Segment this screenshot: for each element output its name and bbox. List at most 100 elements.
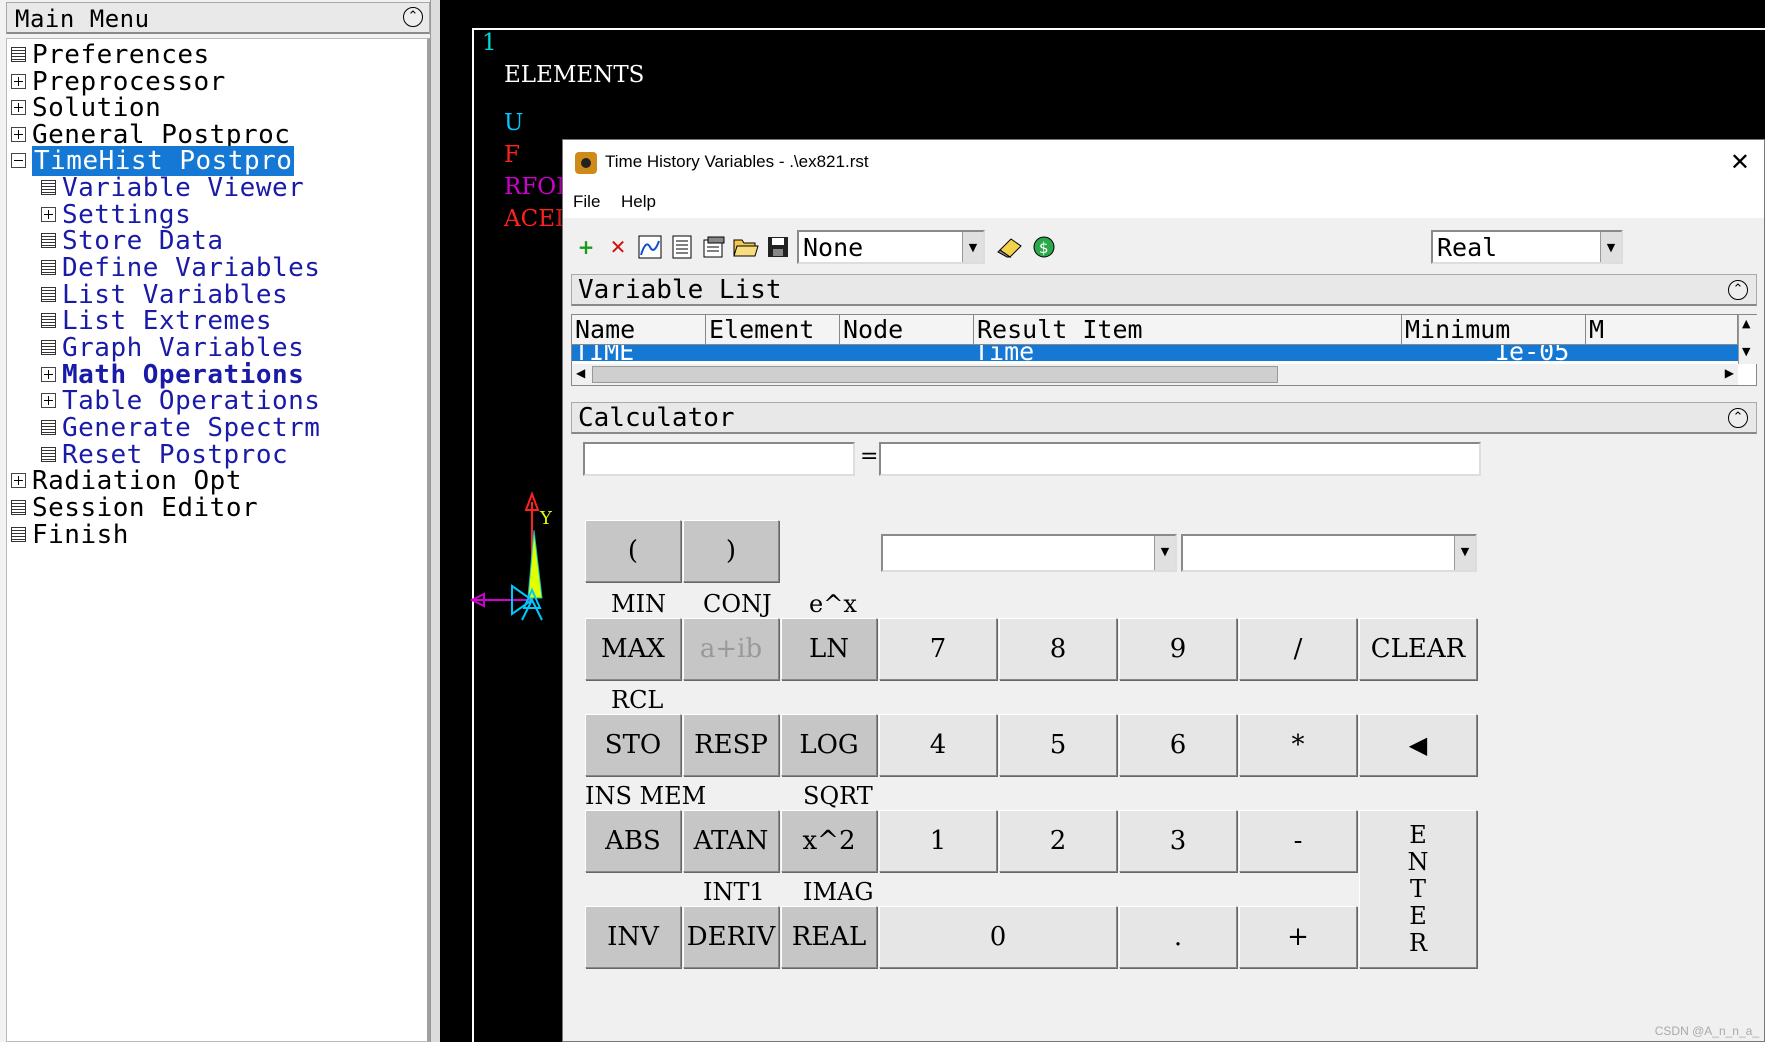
menu-item-solution[interactable]: Solution [11, 94, 161, 122]
scrollbar-thumb[interactable] [592, 366, 1278, 383]
function-combo[interactable]: ▼ [881, 534, 1177, 572]
digit-5-button[interactable]: 5 [999, 714, 1117, 776]
menu-item-settings[interactable]: Settings [41, 201, 191, 229]
menu-item-generate-spectrm[interactable]: Generate Spectrm [41, 414, 320, 442]
menu-item-list-extremes[interactable]: List Extremes [41, 307, 272, 335]
menu-item-define-variables[interactable]: Define Variables [41, 254, 320, 282]
clear-button[interactable]: CLEAR [1359, 618, 1477, 680]
digit-9-button[interactable]: 9 [1119, 618, 1237, 680]
refresh-icon[interactable]: $ [1029, 232, 1059, 262]
digit-8-button[interactable]: 8 [999, 618, 1117, 680]
expand-icon[interactable] [41, 207, 56, 222]
chevron-down-icon[interactable]: ▼ [962, 232, 983, 262]
expand-icon[interactable] [41, 367, 56, 382]
digit-1-button[interactable]: 1 [879, 810, 997, 872]
menu-item-preferences[interactable]: Preferences [11, 41, 210, 69]
digit-4-button[interactable]: 4 [879, 714, 997, 776]
add-data-icon[interactable]: + [571, 232, 601, 262]
expand-icon[interactable] [41, 393, 56, 408]
ln-button[interactable]: LN [781, 618, 877, 680]
chevron-down-icon[interactable]: ▼ [1454, 536, 1475, 570]
close-icon[interactable]: ✕ [1730, 148, 1750, 177]
enter-button[interactable]: E N T E R [1359, 810, 1477, 968]
left-paren-button[interactable]: ( [585, 520, 681, 582]
menu-item-session-editor[interactable]: Session Editor [11, 494, 258, 522]
dialog-title-bar[interactable]: Time History Variables - .\ex821.rst ✕ [563, 140, 1764, 184]
list-icon[interactable] [667, 232, 697, 262]
expand-icon[interactable] [11, 127, 26, 142]
expand-icon[interactable] [11, 473, 26, 488]
chevron-down-icon[interactable]: ▼ [1600, 232, 1621, 262]
menu-item-radiation-opt[interactable]: Radiation Opt [11, 467, 242, 495]
menu-item-finish[interactable]: Finish [11, 521, 129, 549]
decimal-point-button[interactable]: . [1119, 906, 1237, 968]
minus-button[interactable]: - [1239, 810, 1357, 872]
real-button[interactable]: REAL [781, 906, 877, 968]
digit-6-button[interactable]: 6 [1119, 714, 1237, 776]
digit-7-button[interactable]: 7 [879, 618, 997, 680]
digit-3-button[interactable]: 3 [1119, 810, 1237, 872]
menu-item-preprocessor[interactable]: Preprocessor [11, 68, 226, 96]
menu-item-list-variables[interactable]: List Variables [41, 281, 288, 309]
collapse-section-icon[interactable]: ⌃ [1728, 280, 1748, 300]
collapse-menu-icon[interactable]: ⌃ [403, 7, 423, 27]
menu-help[interactable]: Help [621, 192, 656, 212]
scroll-right-icon[interactable]: ▶ [1725, 366, 1734, 380]
clear-icon[interactable] [995, 232, 1025, 262]
table-row[interactable]: TIME Time 1e-05 [572, 345, 1738, 361]
sto-button[interactable]: STO [585, 714, 681, 776]
menu-item-reset-postproc[interactable]: Reset Postproc [41, 441, 288, 469]
column-header-maximum[interactable]: M [1586, 315, 1738, 345]
menu-item-table-operations[interactable]: Table Operations [41, 387, 320, 415]
scroll-up-icon[interactable]: ▲ [1742, 317, 1750, 330]
abs-button[interactable]: ABS [585, 810, 681, 872]
variable-name-input[interactable] [583, 442, 855, 476]
open-icon[interactable] [731, 232, 761, 262]
menu-item-variable-viewer[interactable]: Variable Viewer [41, 174, 304, 202]
atan-button[interactable]: ATAN [683, 810, 779, 872]
column-header-element[interactable]: Element [706, 315, 840, 345]
inv-button[interactable]: INV [585, 906, 681, 968]
digit-0-button[interactable]: 0 [879, 906, 1117, 968]
divide-button[interactable]: / [1239, 618, 1357, 680]
plus-button[interactable]: + [1239, 906, 1357, 968]
square-button[interactable]: x^2 [781, 810, 877, 872]
deriv-button[interactable]: DERIV [683, 906, 779, 968]
horizontal-scrollbar[interactable]: ◀ ▶ [572, 364, 1738, 385]
graph-icon[interactable] [635, 232, 665, 262]
variable-list-header: Variable List ⌃ [571, 274, 1757, 306]
menu-item-timehist-postpro[interactable]: TimeHist Postpro [11, 146, 295, 176]
variable-combo[interactable]: None ▼ [797, 230, 985, 264]
vertical-scrollbar[interactable]: ▲ ▼ [1738, 315, 1757, 364]
properties-icon[interactable] [699, 232, 729, 262]
multiply-button[interactable]: * [1239, 714, 1357, 776]
expand-icon[interactable] [11, 100, 26, 115]
column-header-minimum[interactable]: Minimum [1402, 315, 1586, 345]
max-button[interactable]: MAX [585, 618, 681, 680]
backspace-button[interactable]: ◀ [1359, 714, 1477, 776]
collapse-icon[interactable] [11, 153, 26, 168]
chevron-down-icon[interactable]: ▼ [1154, 536, 1175, 570]
resp-button[interactable]: RESP [683, 714, 779, 776]
menu-file[interactable]: File [573, 192, 600, 212]
number-type-combo[interactable]: Real ▼ [1431, 230, 1623, 264]
menu-item-store-data[interactable]: Store Data [41, 227, 224, 255]
right-paren-button[interactable]: ) [683, 520, 779, 582]
column-header-name[interactable]: Name [572, 315, 706, 345]
variable-select-combo[interactable]: ▼ [1181, 534, 1477, 572]
menu-item-general-postproc[interactable]: General Postproc [11, 121, 290, 149]
expand-icon[interactable] [11, 74, 26, 89]
delete-variable-icon[interactable]: ✕ [603, 232, 633, 262]
scroll-left-icon[interactable]: ◀ [576, 366, 585, 380]
save-icon[interactable] [763, 232, 793, 262]
scroll-down-icon[interactable]: ▼ [1742, 345, 1750, 358]
column-header-result-item[interactable]: Result Item [974, 315, 1402, 345]
expression-input[interactable] [879, 442, 1481, 476]
digit-2-button[interactable]: 2 [999, 810, 1117, 872]
column-header-node[interactable]: Node [840, 315, 974, 345]
collapse-section-icon[interactable]: ⌃ [1728, 408, 1748, 428]
complex-aib-button[interactable]: a+ib [683, 618, 779, 680]
menu-item-graph-variables[interactable]: Graph Variables [41, 334, 304, 362]
log-button[interactable]: LOG [781, 714, 877, 776]
menu-item-math-operations[interactable]: Math Operations [41, 361, 304, 389]
